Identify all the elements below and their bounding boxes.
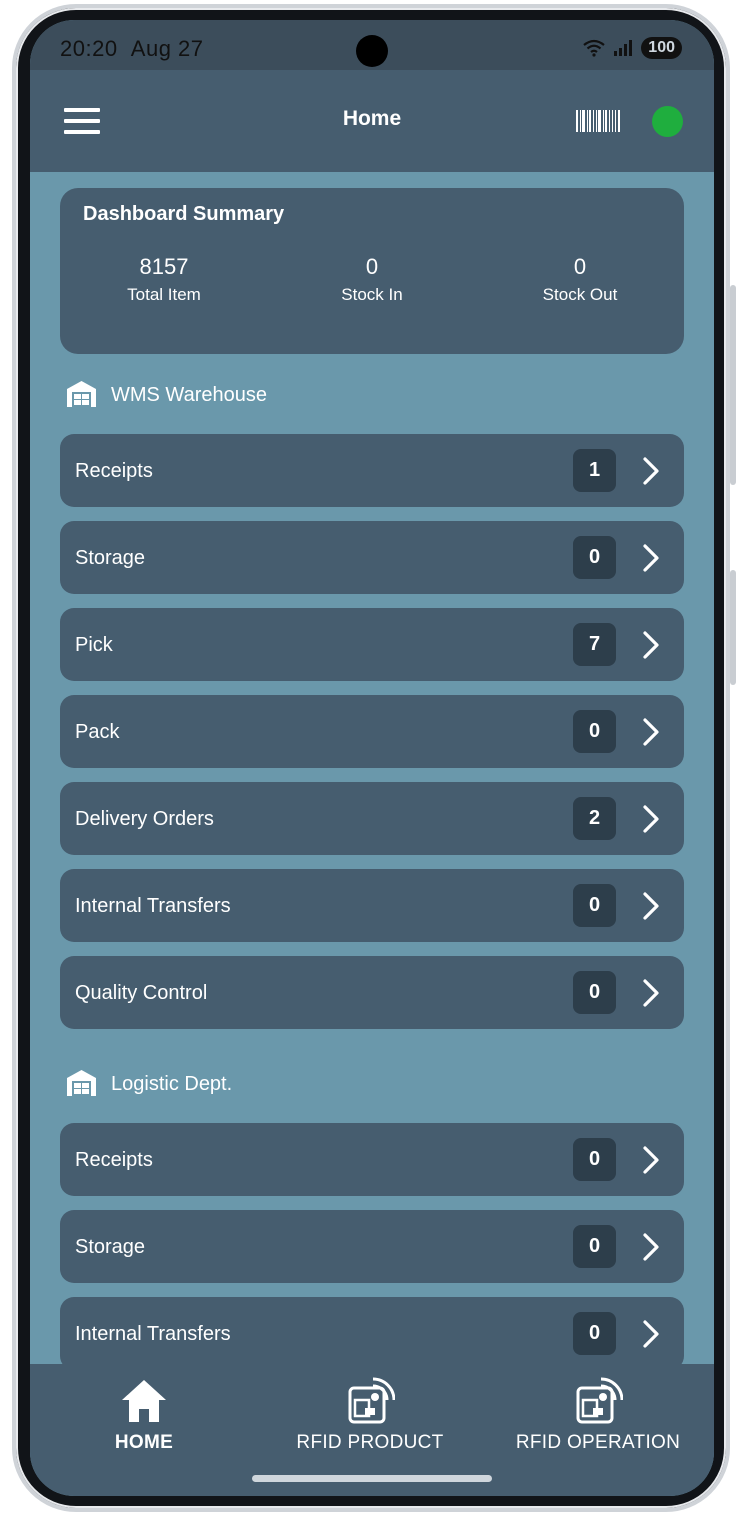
operation-label: Receipts (75, 1149, 153, 1171)
dashboard-summary-title: Dashboard Summary (83, 203, 285, 225)
stat-stock-in: 0 Stock In (268, 254, 476, 305)
warehouse-icon (66, 380, 97, 408)
operation-row[interactable]: Storage 0 (60, 521, 684, 594)
operation-count-badge: 0 (573, 536, 616, 579)
operation-count-badge: 1 (573, 449, 616, 492)
operation-label: Delivery Orders (75, 808, 214, 830)
connection-status-dot (652, 106, 683, 137)
stat-label: Total Item (127, 285, 201, 304)
chevron-right-icon[interactable] (638, 1232, 664, 1262)
operation-label: Pick (75, 634, 113, 656)
main-content: Dashboard Summary 8157 Total Item 0 Stoc… (60, 188, 684, 1384)
operation-count-badge: 0 (573, 710, 616, 753)
status-time: 20:20 Aug 27 (60, 36, 204, 62)
status-time-clock: 20:20 (60, 36, 118, 61)
warehouse-section-header: Logistic Dept. (60, 1043, 684, 1123)
dashboard-stats: 8157 Total Item 0 Stock In 0 Stock Out (60, 254, 684, 305)
operation-row[interactable]: Receipts 1 (60, 434, 684, 507)
power-button (730, 570, 736, 685)
chevron-right-icon[interactable] (638, 543, 664, 573)
operation-label: Storage (75, 1236, 146, 1258)
status-date: Aug 27 (130, 36, 204, 61)
dashboard-summary-card: Dashboard Summary 8157 Total Item 0 Stoc… (60, 188, 684, 354)
barcode-scan-icon[interactable] (576, 110, 620, 132)
stat-total-item: 8157 Total Item (60, 254, 268, 305)
volume-button (730, 285, 736, 485)
rfid-icon (348, 1377, 395, 1424)
operation-count-badge: 2 (573, 797, 616, 840)
home-icon (122, 1380, 166, 1422)
nav-rfid-product-label: RFID PRODUCT (296, 1432, 444, 1453)
operation-label: Pack (75, 721, 120, 743)
operation-count-badge: 0 (573, 971, 616, 1014)
chevron-right-icon[interactable] (638, 1145, 664, 1175)
stat-value: 8157 (139, 254, 189, 279)
nav-home-label: HOME (114, 1432, 174, 1453)
stat-value: 0 (573, 254, 587, 279)
wifi-icon (583, 39, 605, 57)
chevron-right-icon[interactable] (638, 891, 664, 921)
operation-row[interactable]: Internal Transfers 0 (60, 869, 684, 942)
signal-icon (614, 40, 633, 56)
warehouse-icon (66, 1069, 97, 1097)
stat-label: Stock Out (542, 285, 618, 304)
operation-label: Receipts (75, 460, 153, 482)
warehouse-section-header: WMS Warehouse (60, 354, 684, 434)
operation-row[interactable]: Receipts 0 (60, 1123, 684, 1196)
stat-stock-out: 0 Stock Out (476, 254, 684, 305)
chevron-right-icon[interactable] (638, 630, 664, 660)
operation-count-badge: 0 (573, 1225, 616, 1268)
status-icons: 100 (583, 37, 682, 59)
stat-value: 0 (365, 254, 379, 279)
operation-row[interactable]: Internal Transfers 0 (60, 1297, 684, 1370)
operation-row[interactable]: Pack 0 (60, 695, 684, 768)
chevron-right-icon[interactable] (638, 1319, 664, 1349)
operation-count-badge: 0 (573, 1138, 616, 1181)
screen: 20:20 Aug 27 100 Home Dashboard Summary … (30, 20, 714, 1496)
chevron-right-icon[interactable] (638, 804, 664, 834)
warehouse-name: WMS Warehouse (111, 384, 267, 406)
operation-count-badge: 7 (573, 623, 616, 666)
operation-label: Storage (75, 547, 146, 569)
warehouse-name: Logistic Dept. (111, 1073, 233, 1095)
operation-label: Internal Transfers (75, 895, 231, 917)
battery-indicator: 100 (641, 37, 682, 59)
status-bar: 20:20 Aug 27 100 (30, 20, 714, 70)
operation-row[interactable]: Pick 7 (60, 608, 684, 681)
rfid-icon (576, 1377, 623, 1424)
operation-row[interactable]: Delivery Orders 2 (60, 782, 684, 855)
chevron-right-icon[interactable] (638, 978, 664, 1008)
home-indicator[interactable] (252, 1475, 492, 1482)
bottom-navigation: HOME RFID PRODUCT RFID OPERATION (30, 1364, 714, 1496)
nav-home[interactable]: HOME (96, 1376, 192, 1454)
stat-label: Stock In (341, 285, 403, 304)
front-camera (356, 35, 388, 67)
nav-rfid-operation[interactable]: RFID OPERATION (498, 1376, 698, 1454)
chevron-right-icon[interactable] (638, 456, 664, 486)
nav-rfid-operation-label: RFID OPERATION (515, 1432, 681, 1453)
operation-row[interactable]: Storage 0 (60, 1210, 684, 1283)
operation-label: Quality Control (75, 982, 208, 1004)
operation-count-badge: 0 (573, 1312, 616, 1355)
nav-rfid-product[interactable]: RFID PRODUCT (285, 1376, 455, 1454)
chevron-right-icon[interactable] (638, 717, 664, 747)
app-bar: Home (30, 70, 714, 172)
operation-count-badge: 0 (573, 884, 616, 927)
operation-row[interactable]: Quality Control 0 (60, 956, 684, 1029)
operation-label: Internal Transfers (75, 1323, 231, 1345)
